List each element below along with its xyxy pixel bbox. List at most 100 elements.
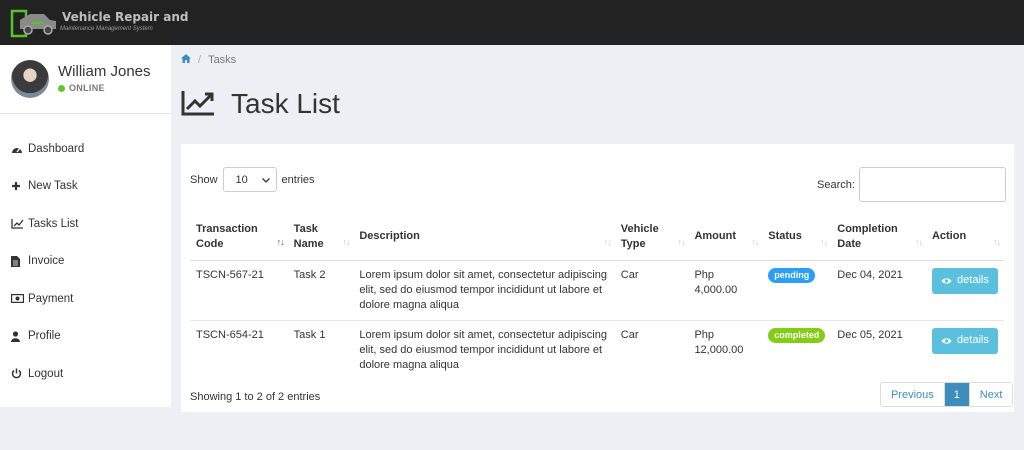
sidebar: William Jones ONLINE Dashboard New Task … xyxy=(0,45,171,407)
line-chart-icon xyxy=(181,90,215,119)
length-control: Show 10 entries xyxy=(190,167,315,192)
logo-title: Vehicle Repair and xyxy=(62,10,189,24)
sidebar-item-logout[interactable]: Logout xyxy=(0,355,171,393)
cell-completion-date: Dec 05, 2021 xyxy=(831,319,926,380)
chevron-down-icon xyxy=(261,174,270,186)
sort-icon: ↑↓ xyxy=(820,236,828,247)
eye-icon xyxy=(941,277,952,284)
sidebar-item-label: Profile xyxy=(28,330,61,343)
sidebar-item-label: Tasks List xyxy=(28,217,79,230)
page-1-button[interactable]: 1 xyxy=(944,383,970,406)
cell-vehicle-type: Car xyxy=(614,259,689,320)
page-title: Task List xyxy=(231,88,340,119)
cell-description: Lorem ipsum dolor sit amet, consectetur … xyxy=(353,319,615,380)
cell-task-name: Task 1 xyxy=(287,319,354,380)
file-icon xyxy=(11,255,28,267)
cell-task-name: Task 2 xyxy=(287,259,354,320)
search-input[interactable] xyxy=(858,167,1006,202)
column-header-status[interactable]: Status ↑↓ xyxy=(762,214,832,261)
cell-amount: Php 4,000.00 xyxy=(688,259,763,320)
sidebar-item-tasks-list[interactable]: Tasks List xyxy=(0,205,171,243)
entries-label: entries xyxy=(281,173,315,186)
breadcrumb: / Tasks xyxy=(181,52,236,68)
breadcrumb-current: Tasks xyxy=(208,54,237,66)
show-label: Show xyxy=(190,173,218,186)
next-button[interactable]: Next xyxy=(969,383,1013,406)
sidebar-item-new-task[interactable]: New Task xyxy=(0,168,171,206)
sidebar-item-profile[interactable]: Profile xyxy=(0,318,171,356)
details-button[interactable]: details xyxy=(931,327,998,354)
breadcrumb-separator: / xyxy=(198,54,202,66)
sort-icon: ↑↓ xyxy=(677,236,685,247)
column-header-vehicle-type[interactable]: Vehicle Type ↑↓ xyxy=(614,214,689,261)
details-button[interactable]: details xyxy=(931,267,998,294)
online-dot-icon xyxy=(58,85,65,92)
status-badge: pending xyxy=(768,267,816,283)
pagination: Previous 1 Next xyxy=(880,382,1014,407)
cell-status: completed xyxy=(762,319,832,380)
user-icon xyxy=(11,331,28,342)
sort-asc-icon: ↑↓ xyxy=(276,236,285,247)
cell-description: Lorem ipsum dolor sit amet, consectetur … xyxy=(353,259,615,320)
tasks-table: Transaction Code ↑↓ Task Name ↑↓ Descripti… xyxy=(190,214,1004,380)
page-header: Task List xyxy=(181,88,340,120)
sort-icon: ↑↓ xyxy=(993,236,1001,247)
cell-action: details xyxy=(925,259,1004,320)
details-button-label: details xyxy=(957,334,989,346)
sidebar-nav: Dashboard New Task Tasks List Invoice Pa… xyxy=(0,130,171,393)
table-info: Showing 1 to 2 of 2 entries xyxy=(190,391,321,403)
sidebar-item-invoice[interactable]: Invoice xyxy=(0,243,171,281)
column-header-task-name[interactable]: Task Name ↑↓ xyxy=(287,214,354,261)
user-panel: William Jones ONLINE xyxy=(0,45,171,114)
sort-icon: ↑↓ xyxy=(603,236,612,247)
entries-select-value: 10 xyxy=(235,173,248,186)
sidebar-item-payment[interactable]: Payment xyxy=(0,280,171,318)
cell-vehicle-type: Car xyxy=(614,319,689,380)
user-status-label: ONLINE xyxy=(69,83,105,93)
logo-subtitle: Maintenance Management System xyxy=(60,26,153,32)
details-button-label: details xyxy=(957,274,989,286)
search-control: Search: xyxy=(817,167,1006,202)
top-navbar: Vehicle Repair and Maintenance Managemen… xyxy=(0,0,1024,45)
plus-icon xyxy=(11,181,28,191)
column-header-completion-date[interactable]: Completion Date ↑↓ xyxy=(831,214,926,261)
cell-transaction-code: TSCN-567-21 xyxy=(190,259,288,320)
table-header-row: Transaction Code ↑↓ Task Name ↑↓ Descripti… xyxy=(190,214,1004,261)
column-header-description[interactable]: Description ↑↓ xyxy=(353,214,615,261)
column-header-amount[interactable]: Amount ↑↓ xyxy=(688,214,763,261)
avatar xyxy=(11,60,49,98)
power-icon xyxy=(11,368,28,379)
table-row: TSCN-567-21 Task 2 Lorem ipsum dolor sit… xyxy=(190,259,1004,320)
cell-status: pending xyxy=(762,259,832,320)
sidebar-item-label: Dashboard xyxy=(28,142,85,155)
home-icon[interactable] xyxy=(181,54,191,66)
column-header-action[interactable]: Action ↑↓ xyxy=(925,214,1004,261)
cell-transaction-code: TSCN-654-21 xyxy=(190,319,288,380)
sidebar-item-label: Logout xyxy=(28,367,64,380)
cell-amount: Php 12,000.00 xyxy=(688,319,763,380)
sidebar-item-label: Invoice xyxy=(28,255,65,268)
sidebar-item-label: Payment xyxy=(28,292,74,305)
cell-completion-date: Dec 04, 2021 xyxy=(831,259,926,320)
app-logo[interactable]: Vehicle Repair and Maintenance Managemen… xyxy=(10,8,188,38)
sort-icon: ↑↓ xyxy=(751,236,759,247)
status-badge: completed xyxy=(768,327,826,343)
sort-icon: ↑↓ xyxy=(342,236,350,247)
car-wrench-icon xyxy=(10,9,56,38)
user-name: William Jones xyxy=(58,63,151,80)
table-row: TSCN-654-21 Task 1 Lorem ipsum dolor sit… xyxy=(190,319,1004,380)
user-status: ONLINE xyxy=(58,83,105,93)
money-icon xyxy=(11,294,28,304)
cell-action: details xyxy=(925,319,1004,380)
search-label: Search: xyxy=(817,178,855,191)
column-header-transaction-code[interactable]: Transaction Code ↑↓ xyxy=(190,214,288,261)
line-chart-icon xyxy=(11,218,28,229)
dashboard-icon xyxy=(11,144,28,154)
sidebar-item-label: New Task xyxy=(28,180,78,193)
eye-icon xyxy=(941,337,952,344)
sidebar-item-dashboard[interactable]: Dashboard xyxy=(0,130,171,168)
previous-button[interactable]: Previous xyxy=(881,383,945,406)
sort-icon: ↑↓ xyxy=(914,236,923,247)
task-list-box: Show 10 entries Search: Transaction Code… xyxy=(181,144,1014,412)
entries-select[interactable]: 10 xyxy=(222,167,277,192)
